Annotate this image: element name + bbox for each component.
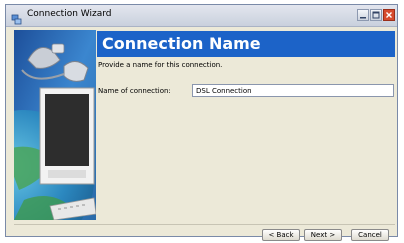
- minimize-icon: [360, 17, 366, 19]
- page-title: Connection Name: [102, 34, 261, 53]
- wizard-side-image: [14, 30, 96, 220]
- window-title: Connection Wizard: [27, 9, 112, 19]
- close-button[interactable]: [383, 9, 395, 21]
- network-icon: [11, 10, 22, 25]
- maximize-icon: [372, 11, 380, 19]
- connection-name-input[interactable]: [192, 84, 394, 97]
- cancel-button[interactable]: Cancel: [351, 229, 389, 241]
- maximize-button[interactable]: [370, 9, 382, 21]
- close-icon: [386, 12, 392, 18]
- footer-divider: [14, 224, 395, 225]
- header-band: Connection Name: [97, 31, 395, 57]
- next-button[interactable]: Next >: [304, 229, 342, 241]
- title-bar[interactable]: Connection Wizard: [6, 5, 397, 27]
- minimize-button[interactable]: [357, 9, 369, 21]
- page-description: Provide a name for this connection.: [98, 61, 223, 69]
- connection-name-label: Name of connection:: [98, 87, 171, 95]
- connection-wizard-window: Connection Wizard Connection Name Provid…: [5, 4, 398, 241]
- back-button[interactable]: < Back: [262, 229, 300, 241]
